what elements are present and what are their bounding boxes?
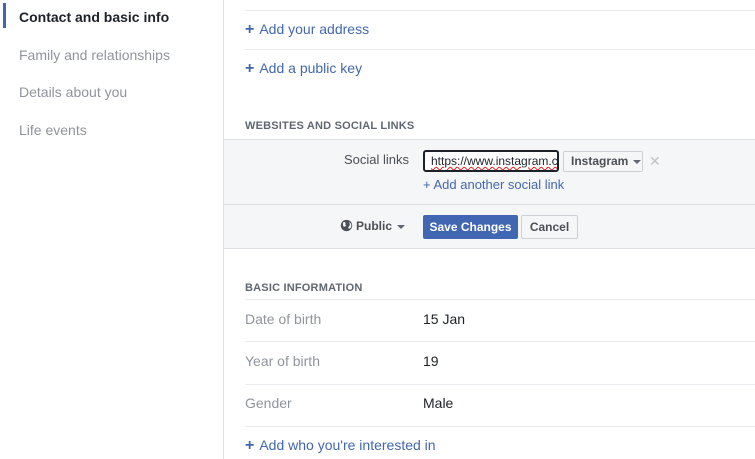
- plus-icon: +: [245, 60, 255, 77]
- add-another-social-link[interactable]: + Add another social link: [423, 177, 564, 192]
- basic-info-section-header: BASIC INFORMATION: [245, 282, 363, 294]
- add-interested-in-label: Add who you're interested in: [259, 437, 436, 453]
- profile-about-page: Contact and basic info Family and relati…: [0, 0, 755, 459]
- divider: [245, 299, 755, 300]
- add-address-label: Add your address: [259, 21, 370, 37]
- date-of-birth-label: Date of birth: [245, 311, 322, 327]
- add-public-key-label: Add a public key: [259, 60, 363, 76]
- sidebar-item-life-events[interactable]: Life events: [0, 117, 222, 143]
- divider: [245, 426, 755, 427]
- social-link-url-value: https://www.instagram.co: [431, 154, 559, 168]
- add-public-key-link[interactable]: + Add a public key: [245, 59, 362, 78]
- add-address-link[interactable]: + Add your address: [245, 20, 369, 39]
- privacy-selector[interactable]: Public: [340, 218, 406, 234]
- globe-icon: [340, 219, 353, 232]
- cancel-button[interactable]: Cancel: [521, 215, 578, 239]
- divider: [245, 49, 755, 50]
- divider: [245, 10, 755, 11]
- sidebar-item-contact-basic-info[interactable]: Contact and basic info: [0, 4, 222, 30]
- privacy-label: Public: [356, 219, 393, 233]
- caret-down-icon: [397, 224, 406, 229]
- caret-down-icon: [633, 159, 642, 164]
- social-network-selected: Instagram: [571, 154, 629, 168]
- remove-link-close-icon[interactable]: ✕: [649, 152, 661, 170]
- social-network-select[interactable]: Instagram: [563, 151, 643, 172]
- divider: [245, 384, 755, 385]
- social-links-edit-panel: Social links https://www.instagram.co In…: [224, 139, 755, 249]
- social-links-label: Social links: [344, 152, 410, 167]
- about-main-content: + Add your address + Add a public key WEBS…: [224, 0, 755, 459]
- social-link-url-input[interactable]: https://www.instagram.co: [423, 150, 559, 172]
- sidebar-item-details-about-you[interactable]: Details about you: [0, 79, 222, 105]
- add-interested-in-link[interactable]: + Add who you're interested in: [245, 436, 436, 455]
- date-of-birth-value: 15 Jan: [423, 311, 466, 327]
- divider: [245, 341, 755, 342]
- year-of-birth-value: 19: [423, 353, 439, 369]
- websites-section-header: WEBSITES AND SOCIAL LINKS: [245, 120, 415, 132]
- sidebar-item-family-relationships[interactable]: Family and relationships: [0, 42, 222, 68]
- plus-icon: +: [245, 21, 255, 38]
- save-changes-button[interactable]: Save Changes: [423, 215, 518, 239]
- panel-divider: [224, 204, 755, 205]
- plus-icon: +: [245, 437, 255, 454]
- about-sidebar: Contact and basic info Family and relati…: [0, 0, 224, 459]
- gender-value: Male: [423, 395, 454, 411]
- year-of-birth-label: Year of birth: [245, 353, 320, 369]
- gender-label: Gender: [245, 395, 292, 411]
